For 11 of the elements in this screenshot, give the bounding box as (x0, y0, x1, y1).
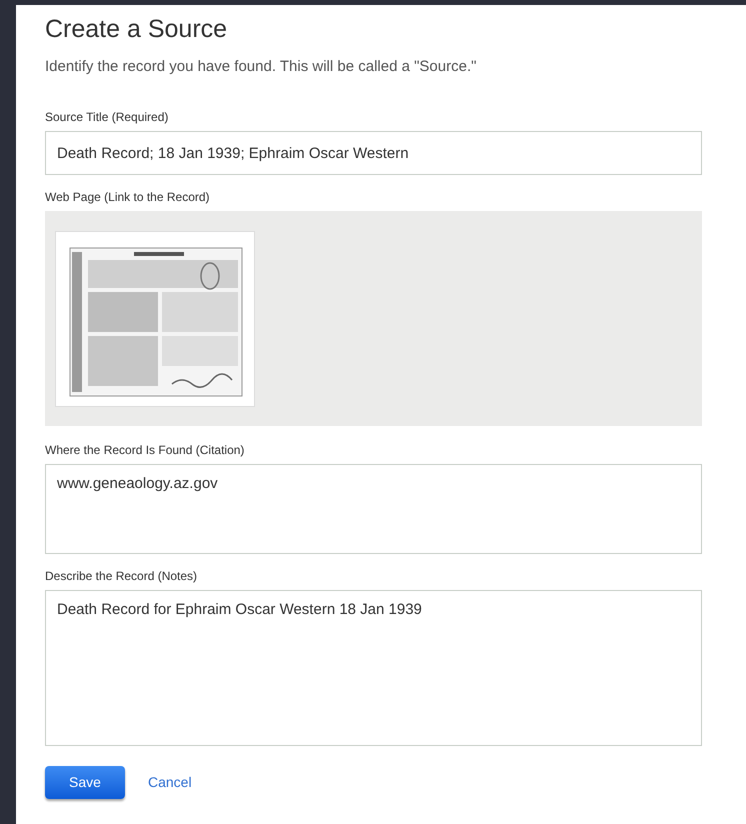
text-area[interactable]: www.geneaology.az.gov (45, 464, 702, 554)
field-label: Source Title (Required) (45, 109, 170, 125)
text-field[interactable]: Death Record; 18 Jan 1939; Ephraim Oscar Western (45, 131, 702, 175)
field-label: Web Page (Link to the Record) (45, 189, 211, 205)
field-label: Where the Record Is Found (Citation) (45, 442, 246, 458)
field-label: Describe the Record (Notes) (45, 568, 198, 584)
save-button[interactable]: Save (45, 766, 125, 799)
cancel-link[interactable]: Cancel (148, 772, 192, 793)
text-area[interactable]: Death Record for Ephraim Oscar Western 18 Jan 1939 (45, 590, 702, 746)
intro-text: Identify the record you have found. This will be called a "Source." (45, 57, 478, 77)
page-title: Create a Source (45, 14, 228, 45)
